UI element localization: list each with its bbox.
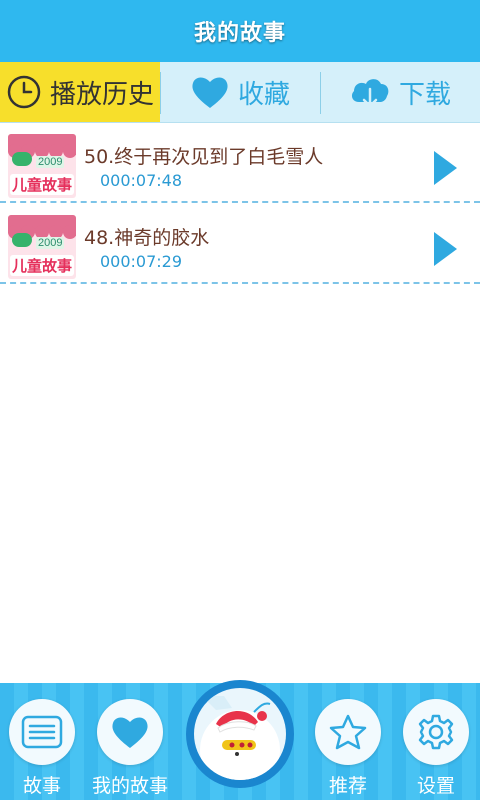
logo-icon [12, 233, 32, 247]
snowman-player-icon [194, 688, 286, 780]
tab-play-history[interactable]: 播放历史 [0, 62, 160, 122]
tab-label: 播放历史 [50, 79, 155, 110]
story-title: 48.神奇的胶水 [84, 227, 210, 249]
app-header: 我的故事 [0, 0, 480, 62]
tab-label: 收藏 [237, 79, 290, 110]
tab-bar: 播放历史 收藏 下载 [0, 62, 480, 123]
thumb-text: 儿童故事 [10, 255, 74, 276]
cloud-download-icon [351, 79, 389, 108]
heart-icon [112, 717, 148, 748]
nav-label: 设置 [416, 775, 455, 797]
nav-recommend[interactable]: 推荐 [315, 683, 381, 800]
star-icon [329, 714, 367, 750]
thumb-badge: 2009 [36, 156, 65, 168]
nav-label: 推荐 [328, 775, 367, 797]
list-item[interactable]: 2009 儿童故事 48.神奇的胶水 000:07:29 [0, 203, 480, 284]
thumb-text: 儿童故事 [10, 174, 74, 195]
book-list-icon [21, 715, 63, 749]
nav-label: 我的故事 [92, 775, 169, 797]
story-list: 2009 儿童故事 50.终于再次见到了白毛雪人 000:07:48 2009 … [0, 122, 480, 284]
nav-label: 故事 [22, 775, 61, 797]
nav-settings[interactable]: 设置 [403, 683, 469, 800]
nav-stories[interactable]: 故事 [9, 683, 75, 800]
tab-favorites[interactable]: 收藏 [160, 62, 320, 122]
play-icon[interactable] [432, 150, 458, 186]
story-duration: 000:07:29 [100, 252, 183, 271]
list-item[interactable]: 2009 儿童故事 50.终于再次见到了白毛雪人 000:07:48 [0, 122, 480, 203]
story-duration: 000:07:48 [100, 171, 183, 190]
tab-divider [320, 72, 321, 114]
story-thumbnail: 2009 儿童故事 [8, 215, 76, 279]
clock-icon [7, 75, 41, 109]
tab-label: 下载 [398, 79, 451, 110]
story-title: 50.终于再次见到了白毛雪人 [84, 146, 324, 168]
nav-my-stories[interactable]: 我的故事 [92, 683, 168, 800]
tab-downloads[interactable]: 下载 [320, 62, 480, 122]
play-icon[interactable] [432, 231, 458, 267]
tab-divider [160, 72, 161, 114]
logo-icon [12, 152, 32, 166]
thumb-badge: 2009 [36, 237, 65, 249]
page-title: 我的故事 [193, 21, 286, 46]
story-thumbnail: 2009 儿童故事 [8, 134, 76, 198]
heart-icon [192, 77, 228, 108]
gear-icon [418, 714, 454, 750]
now-playing-button[interactable] [186, 680, 294, 800]
